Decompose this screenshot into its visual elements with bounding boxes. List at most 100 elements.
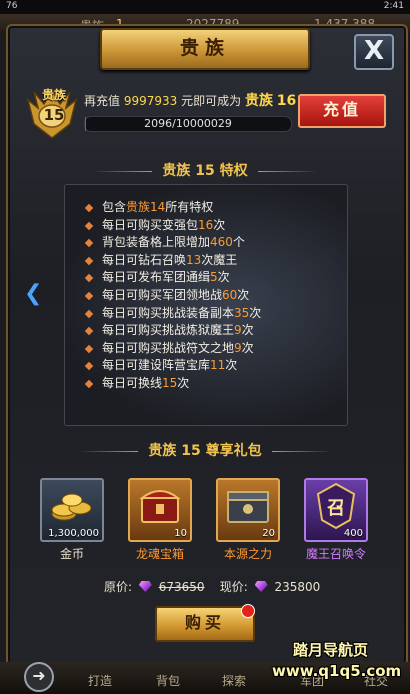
bullet-icon	[84, 256, 94, 266]
privilege-text-post: 次	[217, 270, 230, 285]
gift-count: 1,300,000	[48, 528, 99, 539]
privilege-text-hl: 11	[210, 358, 226, 373]
bullet-icon	[84, 362, 94, 371]
bullet-icon	[84, 326, 94, 336]
privilege-text-hl: 13	[186, 252, 202, 267]
privilege-item: 每日可换线15次	[84, 375, 261, 393]
summon-token-glyph: 召	[327, 498, 345, 519]
privilege-item: 每日可钻石召唤13次魔王	[84, 252, 261, 270]
recharge-amount: 9997933	[123, 94, 178, 108]
privilege-title: 贵族 15 特权	[162, 163, 248, 179]
vip-progress-bar: 2096/10000029	[84, 116, 292, 132]
privilege-text-post: 次	[225, 358, 238, 373]
privilege-text-pre: 每日可购买挑战符文之地	[102, 340, 235, 355]
privilege-text-post: 次	[177, 375, 190, 390]
vip-level: 15	[43, 106, 65, 124]
privilege-text-post: 次	[237, 287, 250, 302]
current-price-label: 现价:	[219, 580, 248, 594]
recharge-prefix: 再充值	[84, 94, 121, 108]
privilege-text-pre: 每日可购买挑战装备副本	[102, 305, 235, 320]
previous-level-arrow-icon[interactable]: ❮	[24, 280, 42, 308]
privilege-text-pre: 每日可购买军团领地战	[102, 287, 223, 302]
privilege-text-hl: 贵族14	[126, 200, 166, 214]
privilege-text-hl: 16	[198, 217, 214, 232]
nav-forge[interactable]: 打造	[88, 672, 112, 689]
privilege-text-pre: 每日可发布军团通缉	[102, 270, 211, 285]
gift-count: 400	[343, 528, 363, 539]
privilege-text-hl: 35	[234, 305, 250, 320]
gold-coins-icon	[51, 493, 92, 521]
privilege-text-hl: 460	[210, 235, 233, 250]
forward-arrow-icon[interactable]: ➜	[24, 662, 54, 692]
recharge-hint: 再充值 9997933 元即可成为 贵族 16	[84, 90, 296, 110]
privilege-item: 每日可建设阵营宝库11次	[84, 357, 261, 375]
current-price: 235800	[274, 580, 321, 594]
privilege-text-hl: 9	[234, 323, 242, 338]
status-time: 2:41	[383, 1, 404, 11]
gift-name: 金币	[59, 547, 84, 561]
gift-count: 10	[174, 528, 187, 539]
privilege-text-pre: 背包装备格上限增加	[102, 235, 211, 250]
close-button[interactable]: X	[354, 34, 394, 70]
vip-label: 贵族	[41, 88, 66, 102]
bullet-icon	[84, 221, 94, 230]
privilege-text-pre: 每日可钻石召唤	[102, 252, 187, 267]
gift-title: 贵族 15 尊享礼包	[148, 443, 262, 459]
notification-dot	[241, 604, 255, 618]
watermark-title: 踏月导航页	[293, 641, 369, 659]
privilege-text-post: 次	[241, 340, 254, 355]
vip-progress-text: 2096/10000029	[144, 117, 232, 130]
privilege-list: 包含贵族14所有特权 每日可购买变强包16次 背包装备格上限增加460个 每日可钻石召…	[84, 199, 261, 393]
privilege-item: 每日可购买挑战符文之地9次	[84, 340, 261, 358]
buy-button[interactable]: 购买	[155, 606, 255, 642]
privilege-text-hl: 9	[234, 340, 242, 355]
privilege-text-pre: 每日可换线	[102, 375, 163, 390]
watermark-url: www.q1q5.com	[272, 662, 402, 680]
privilege-text-hl: 60	[222, 287, 238, 302]
privilege-text-post: 次	[249, 305, 262, 320]
status-left-text: 76	[6, 1, 18, 11]
privilege-item: 每日可购买军团领地战60次	[84, 287, 261, 305]
bullet-icon	[84, 274, 94, 283]
gift-item-dragon-chest[interactable]: 10	[128, 478, 192, 542]
privilege-item: 每日可购买挑战炼狱魔王9次	[84, 322, 261, 340]
gift-item-gold[interactable]: 1,300,000	[40, 478, 104, 542]
privilege-text-pre: 包含	[102, 200, 127, 214]
privilege-text-hl: 5	[210, 270, 218, 285]
privilege-text-post: 次	[241, 323, 254, 338]
gem-icon	[254, 581, 268, 592]
bullet-icon	[84, 291, 94, 301]
gift-name: 本源之力	[223, 547, 272, 561]
dragon-chest-icon	[139, 490, 181, 523]
gem-icon	[138, 581, 152, 592]
original-price-label: 原价:	[104, 580, 133, 594]
price-row: 原价: 673650 现价: 235800	[104, 578, 320, 595]
next-vip-label: 贵族	[244, 93, 273, 109]
bullet-icon	[84, 238, 94, 248]
gift-name: 魔王召唤令	[305, 547, 366, 561]
privilege-item: 每日可购买挑战装备副本35次	[84, 305, 261, 323]
bullet-icon	[84, 379, 94, 389]
bullet-icon	[84, 309, 94, 318]
nav-explore[interactable]: 探索	[222, 672, 246, 689]
privilege-text-pre: 每日可建设阵营宝库	[102, 358, 211, 373]
privilege-text-post: 所有特权	[165, 200, 214, 214]
status-bar: 76 2:41	[0, 0, 410, 14]
gift-item-origin-power[interactable]: 20	[216, 478, 280, 542]
recharge-button[interactable]: 充值	[298, 94, 386, 128]
bullet-icon	[84, 344, 94, 353]
privilege-item: 每日可发布军团通缉5次	[84, 269, 261, 287]
privilege-text-post: 个	[232, 235, 245, 250]
nav-bag[interactable]: 背包	[156, 672, 180, 689]
next-vip-level: 16	[276, 93, 297, 109]
privilege-text-pre: 每日可购买挑战炼狱魔王	[102, 323, 235, 338]
gift-count: 20	[262, 528, 275, 539]
privilege-text-hl: 15	[162, 375, 178, 390]
privilege-text-post: 次	[213, 217, 226, 232]
gift-name: 龙魂宝箱	[135, 547, 184, 561]
gift-section-title: 贵族 15 尊享礼包	[40, 440, 370, 460]
original-price: 673650	[158, 580, 205, 594]
gift-item-summon-token[interactable]: 召 400	[304, 478, 368, 542]
privilege-text-post: 次魔王	[201, 252, 238, 267]
privilege-item: 背包装备格上限增加460个	[84, 234, 261, 252]
